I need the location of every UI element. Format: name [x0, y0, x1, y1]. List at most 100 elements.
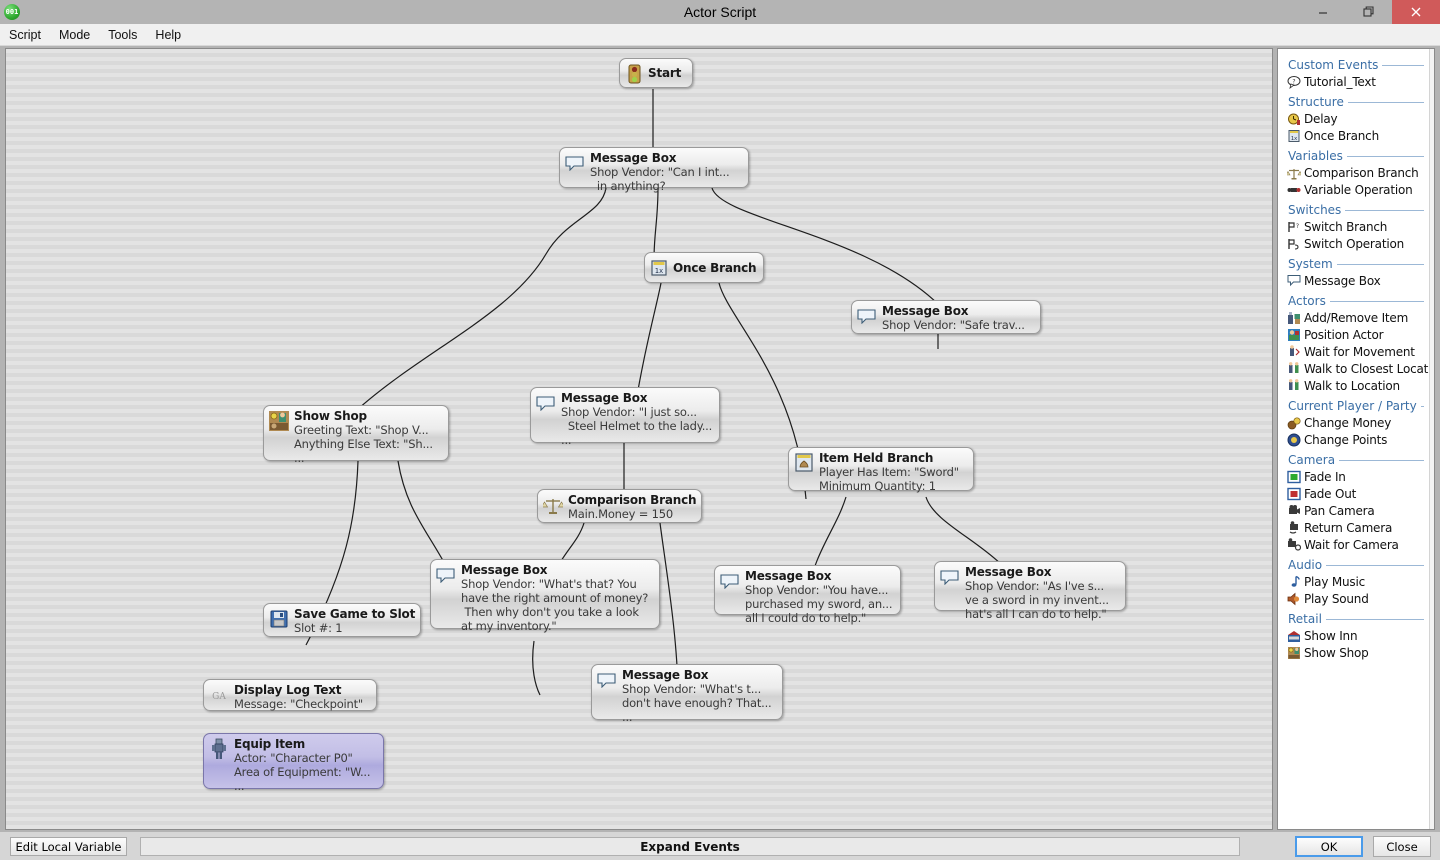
group-header-system: System: [1288, 257, 1432, 271]
walk-location-icon: [1286, 378, 1301, 393]
palette-item-return-camera[interactable]: Return Camera: [1284, 519, 1432, 536]
node-message-not-enough[interactable]: Message Box Shop Vendor: "What's t... do…: [591, 664, 783, 720]
menu-mode[interactable]: Mode: [50, 26, 99, 44]
node-message-right-amount[interactable]: Message Box Shop Vendor: "What's that? Y…: [430, 559, 660, 629]
palette-item-label: Fade Out: [1304, 487, 1356, 501]
node-line: at my inventory.": [461, 619, 648, 633]
node-line: Shop Vendor: "What's t...: [622, 682, 772, 696]
node-comparison-branch[interactable]: Comparison Branch Main.Money = 150: [537, 489, 702, 523]
minimize-button[interactable]: [1300, 0, 1346, 24]
node-title: Start: [648, 66, 681, 80]
node-line: Shop Vendor: "What's that? You: [461, 577, 648, 591]
node-item-held-branch[interactable]: Item Held Branch Player Has Item: "Sword…: [788, 447, 974, 491]
node-title: Item Held Branch: [819, 451, 959, 465]
minimize-icon: [1317, 6, 1329, 18]
node-line: all I could do to help.": [745, 611, 892, 625]
palette-item-play-sound[interactable]: Play Sound: [1284, 590, 1432, 607]
palette-item-once-branch[interactable]: 1x Once Branch: [1284, 127, 1432, 144]
close-dialog-button[interactable]: Close: [1373, 836, 1431, 857]
wait-movement-icon: [1286, 344, 1301, 359]
node-start[interactable]: Start: [619, 58, 693, 88]
node-line: Then why don't you take a look: [461, 605, 648, 619]
palette-item-label: Show Shop: [1304, 646, 1369, 660]
menu-help[interactable]: Help: [146, 26, 190, 44]
palette-item-change-points[interactable]: Change Points: [1284, 431, 1432, 448]
node-title: Show Shop: [294, 409, 433, 423]
traffic-light-icon: [624, 64, 644, 84]
menu-script[interactable]: Script: [0, 26, 50, 44]
palette-item-switch-operation[interactable]: Switch Operation: [1284, 235, 1432, 252]
svg-text:1x: 1x: [655, 267, 663, 275]
node-line: ...: [234, 779, 370, 793]
palette-item-pan-camera[interactable]: Pan Camera: [1284, 502, 1432, 519]
node-message-greeting[interactable]: Message Box Shop Vendor: "Can I int... i…: [559, 147, 749, 188]
palette-item-fade-out[interactable]: Fade Out: [1284, 485, 1432, 502]
speech-bubble-icon: [435, 564, 457, 586]
palette-item-walk-to-location[interactable]: Walk to Location: [1284, 377, 1432, 394]
node-message-as-ive-said[interactable]: Message Box Shop Vendor: "As I've s... v…: [934, 561, 1126, 611]
palette-item-label: Change Money: [1304, 416, 1391, 430]
palette-item-label: Return Camera: [1304, 521, 1392, 535]
palette-item-delay[interactable]: Delay: [1284, 110, 1432, 127]
palette-item-label: Comparison Branch: [1304, 166, 1419, 180]
variable-op-icon: [1286, 182, 1301, 197]
node-line: Greeting Text: "Shop V...: [294, 423, 433, 437]
edit-local-variable-button[interactable]: Edit Local Variable: [10, 837, 127, 856]
palette-item-play-music[interactable]: Play Music: [1284, 573, 1432, 590]
svg-text:GA: GA: [212, 692, 226, 702]
palette-item-comparison-branch[interactable]: Comparison Branch: [1284, 164, 1432, 181]
palette-item-add-remove-item[interactable]: Add/Remove Item: [1284, 309, 1432, 326]
palette-item-label: Tutorial_Text: [1304, 75, 1376, 89]
event-palette-panel[interactable]: Custom Events ? Tutorial_Text Structure …: [1277, 48, 1435, 830]
menu-tools[interactable]: Tools: [99, 26, 146, 44]
node-save-game-to-slot[interactable]: Save Game to Slot Slot #: 1: [263, 603, 421, 637]
speech-bubble-icon: [1286, 273, 1301, 288]
node-once-branch[interactable]: 1x Once Branch: [644, 252, 764, 283]
group-header-camera: Camera: [1288, 453, 1432, 467]
switch-op-icon: [1286, 236, 1301, 251]
node-line: ...: [294, 451, 433, 465]
palette-item-show-shop[interactable]: Show Shop: [1284, 644, 1432, 661]
node-title: Message Box: [882, 304, 1025, 318]
node-text: Start: [648, 66, 681, 80]
palette-item-wait-for-camera[interactable]: Wait for Camera: [1284, 536, 1432, 553]
group-divider: [1348, 102, 1424, 103]
node-line: Message: "Checkpoint": [234, 697, 363, 711]
node-display-log-text[interactable]: GA Display Log Text Message: "Checkpoint…: [203, 679, 377, 711]
svg-text:1x: 1x: [1290, 136, 1297, 142]
palette-item-message-box[interactable]: Message Box: [1284, 272, 1432, 289]
palette-item-variable-operation[interactable]: Variable Operation: [1284, 181, 1432, 198]
node-line: don't have enough? That...: [622, 696, 772, 710]
palette-item-wait-for-movement[interactable]: Wait for Movement: [1284, 343, 1432, 360]
palette-item-position-actor[interactable]: Position Actor: [1284, 326, 1432, 343]
palette-item-label: Fade In: [1304, 470, 1346, 484]
group-label: Structure: [1288, 95, 1344, 109]
palette-item-switch-branch[interactable]: ? Switch Branch: [1284, 218, 1432, 235]
node-line: ...: [622, 710, 772, 724]
group-divider: [1337, 264, 1424, 265]
bottom-bar: Edit Local Variable Expand Events OK Clo…: [0, 832, 1440, 860]
ok-button[interactable]: OK: [1295, 836, 1363, 857]
palette-item-walk-to-closest-location[interactable]: Walk to Closest Location: [1284, 360, 1432, 377]
palette-item-show-inn[interactable]: Show Inn: [1284, 627, 1432, 644]
node-message-purchased[interactable]: Message Box Shop Vendor: "You have... pu…: [714, 565, 901, 615]
node-message-safe-travels[interactable]: Message Box Shop Vendor: "Safe trav...: [851, 300, 1041, 334]
node-title: Message Box: [590, 151, 729, 165]
node-show-shop[interactable]: Show Shop Greeting Text: "Shop V... Anyt…: [263, 405, 449, 461]
speech-bubble-icon: [535, 392, 557, 414]
group-header-structure: Structure: [1288, 95, 1432, 109]
script-graph-canvas[interactable]: Start Message Box Shop Vendor: "Can I in…: [5, 48, 1273, 830]
close-button[interactable]: [1392, 0, 1440, 24]
group-label: System: [1288, 257, 1333, 271]
sidepanel-scrollbar[interactable]: [1429, 49, 1434, 829]
node-message-helmet[interactable]: Message Box Shop Vendor: "I just so... S…: [530, 387, 720, 443]
palette-item-tutorial-text[interactable]: ? Tutorial_Text: [1284, 73, 1432, 90]
speech-bubble-icon: [719, 570, 741, 592]
palette-item-change-money[interactable]: Change Money: [1284, 414, 1432, 431]
node-equip-item[interactable]: Equip Item Actor: "Character P0" Area of…: [203, 733, 384, 789]
restore-button[interactable]: [1346, 0, 1392, 24]
palette-item-label: Once Branch: [1304, 129, 1379, 143]
group-divider: [1347, 156, 1424, 157]
palette-item-fade-in[interactable]: Fade In: [1284, 468, 1432, 485]
node-title: Message Box: [745, 569, 892, 583]
